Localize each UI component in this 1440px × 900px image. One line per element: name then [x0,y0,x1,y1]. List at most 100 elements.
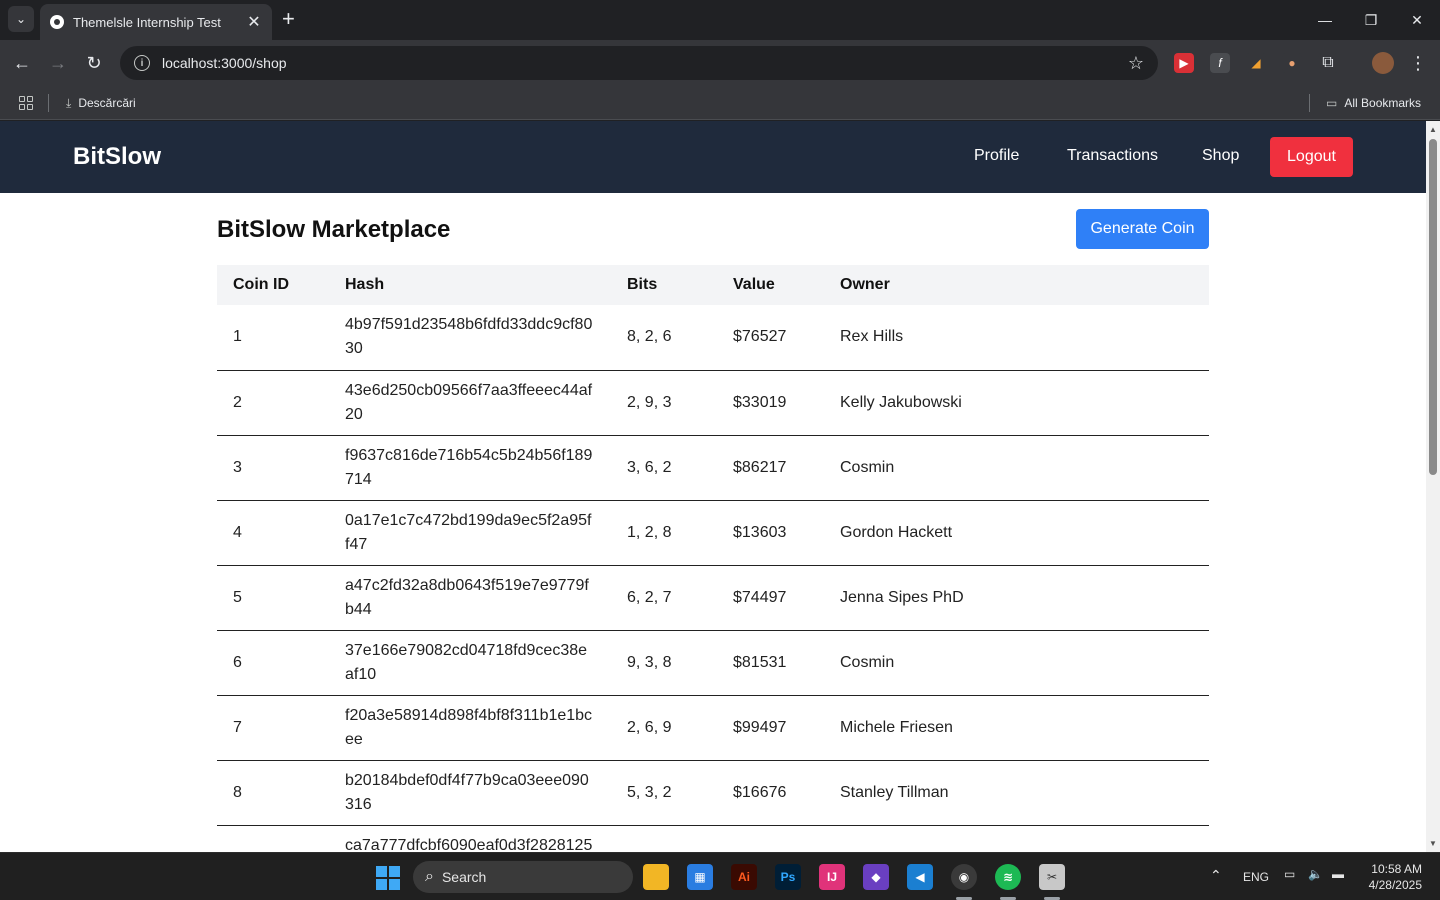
cell-owner: Gordon Hackett [840,523,953,541]
battery-icon[interactable]: ▬ [1332,867,1344,881]
cell-coin-id: 6 [233,653,242,671]
table-row[interactable]: 4 0a17e1c7c472bd199da9ec5f2a95ff47 1, 2,… [217,500,1209,565]
bookmark-star-icon[interactable]: ☆ [1128,53,1144,74]
photoshop-icon[interactable]: Ps [775,864,801,890]
cell-value: $33019 [733,393,787,411]
cell-coin-id: 5 [233,588,242,606]
address-bar[interactable]: i localhost:3000/shop ☆ [120,46,1158,80]
page-viewport: BitSlow Profile Transactions Shop Logout… [0,121,1426,852]
table-row[interactable]: 3 f9637c816de716b54c5b24b56f189714 3, 6,… [217,435,1209,500]
cell-bits: 9, 3, 8 [627,653,672,671]
profile-avatar[interactable] [1372,52,1394,74]
volume-icon[interactable]: 🔈 [1308,867,1323,881]
extensions-puzzle-icon[interactable]: ⧉ [1318,53,1338,73]
nav-shop-link[interactable]: Shop [1202,147,1239,165]
page-scrollbar[interactable]: ▲ ▼ [1426,121,1440,852]
extension-red-icon[interactable]: ▶ [1174,53,1194,73]
vscode-icon[interactable]: ◀ [907,864,933,890]
microsoft-store-icon[interactable]: ▦ [687,864,713,890]
snipping-tool-icon[interactable]: ✂ [1039,864,1065,890]
cell-owner: Cosmin [840,653,895,671]
bookmark-separator-right [1309,94,1310,112]
tray-chevron-up-icon[interactable]: ⌃ [1210,867,1222,884]
bookmark-downloads[interactable]: ⤓ Descărcări [66,93,136,113]
intellij-icon[interactable]: IJ [819,864,845,890]
table-row[interactable]: 8 b20184bdef0df4f77b9ca03eee090316 5, 3,… [217,760,1209,825]
browser-tab[interactable]: Themelsle Internship Test ✕ [40,4,272,40]
table-row[interactable]: 1 4b97f591d23548b6fdfd33ddc9cf8030 8, 2,… [217,305,1209,370]
network-icon[interactable]: ▭ [1284,867,1295,881]
windows-start-icon[interactable] [376,866,400,890]
tab-title: Themelsle Internship Test [73,14,221,30]
illustrator-icon[interactable]: Ai [731,864,757,890]
tab-close-icon[interactable]: ✕ [246,12,262,32]
clock-time: 10:58 AM [1371,862,1422,876]
table-row[interactable]: 5 a47c2fd32a8db0643f519e7e9779fb44 6, 2,… [217,565,1209,630]
clock-date: 4/28/2025 [1368,878,1422,892]
table-row[interactable]: 2 43e6d250cb09566f7aa3ffeeec44af20 2, 9,… [217,370,1209,435]
logout-button[interactable]: Logout [1270,137,1353,177]
language-indicator[interactable]: ENG [1243,870,1269,884]
taskbar-search[interactable]: ⌕ Search [413,861,633,893]
minimize-icon[interactable]: — [1302,0,1348,40]
window-controls: — ❐ ✕ [1302,0,1440,40]
header-owner: Owner [840,276,890,293]
reload-icon[interactable]: ↻ [82,51,106,75]
cell-owner: Rex Hills [840,328,904,346]
cell-value [717,825,824,852]
scroll-down-arrow-icon[interactable]: ▼ [1429,839,1437,848]
table-row[interactable]: 7 f20a3e58914d898f4bf8f311b1e1bcee 2, 6,… [217,695,1209,760]
chrome-icon[interactable]: ◉ [951,864,977,890]
extension-cookie-icon[interactable]: ● [1282,53,1302,73]
extension-font-icon[interactable]: f [1210,53,1230,73]
bookmark-downloads-label: Descărcări [78,96,136,110]
generate-coin-button[interactable]: Generate Coin [1076,209,1209,249]
browser-menu-kebab-icon[interactable]: ⋮ [1406,51,1430,75]
table-row[interactable]: ca7a777dfcbf6090eaf0d3f2828125f [217,825,1209,853]
cell-hash: f20a3e58914d898f4bf8f311b1e1bcee [345,706,593,748]
scroll-thumb[interactable] [1429,139,1437,475]
page-title: BitSlow Marketplace [217,216,451,243]
extension-shape-icon[interactable]: ◢ [1246,53,1266,73]
cell-owner: Kelly Jakubowski [840,393,962,411]
cell-coin-id: 1 [233,328,242,346]
forward-arrow-icon[interactable]: → [46,51,70,75]
spotify-icon[interactable]: ≋ [995,864,1021,890]
clock[interactable]: 10:58 AM 4/28/2025 [1360,861,1422,893]
taskbar-search-label: Search [441,869,487,885]
cell-value: $74497 [733,588,787,606]
cell-bits: 2, 9, 3 [627,393,672,411]
cell-coin-id: 8 [233,783,242,801]
close-window-icon[interactable]: ✕ [1394,0,1440,40]
url-text[interactable]: localhost:3000/shop [162,55,1128,71]
cell-value: $99497 [733,718,787,736]
cell-owner: Stanley Tillman [840,783,949,801]
file-explorer-icon[interactable] [643,864,669,890]
new-tab-plus-icon[interactable]: + [282,8,295,30]
back-arrow-icon[interactable]: ← [10,51,34,75]
restore-icon[interactable]: ❐ [1348,0,1394,40]
cell-bits [611,825,717,852]
table-row[interactable]: 6 37e166e79082cd04718fd9cec38eaf10 9, 3,… [217,630,1209,695]
table-header-row: Coin ID Hash Bits Value Owner [217,265,1209,305]
cell-hash: f9637c816de716b54c5b24b56f189714 [345,446,593,488]
cell-value: $13603 [733,523,787,541]
cell-hash: ca7a777dfcbf6090eaf0d3f2828125f [345,836,593,853]
cell-bits: 2, 6, 9 [627,718,672,736]
cell-hash: 4b97f591d23548b6fdfd33ddc9cf8030 [345,316,593,358]
brand-logo[interactable]: BitSlow [73,143,161,171]
cell-bits: 5, 3, 2 [627,783,672,801]
visual-studio-icon[interactable]: ◆ [863,864,889,890]
nav-transactions-link[interactable]: Transactions [1067,147,1158,165]
site-info-icon[interactable]: i [134,55,150,71]
all-bookmarks[interactable]: ▭ All Bookmarks [1326,93,1421,113]
table-body: 1 4b97f591d23548b6fdfd33ddc9cf8030 8, 2,… [217,305,1209,852]
cell-value: $16676 [733,783,787,801]
coins-table: Coin ID Hash Bits Value Owner 1 4b97f591… [217,265,1209,852]
download-icon: ⤓ [66,95,72,110]
tab-search-chevron-icon[interactable]: ⌄ [8,6,34,32]
cell-owner [824,825,1209,852]
nav-profile-link[interactable]: Profile [974,147,1019,165]
apps-grid-icon[interactable] [19,96,33,110]
scroll-up-arrow-icon[interactable]: ▲ [1429,125,1437,134]
